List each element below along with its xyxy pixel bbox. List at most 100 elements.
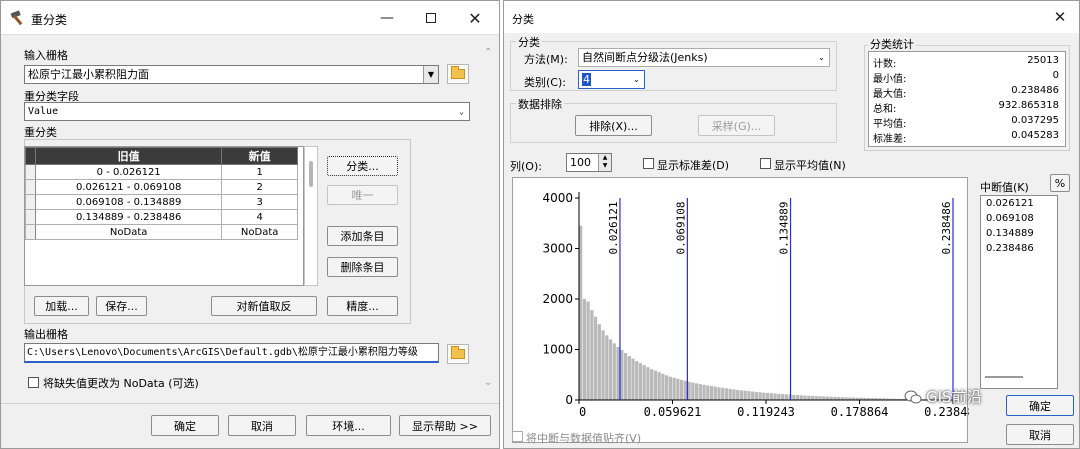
- watermark: GIS前沿: [904, 386, 982, 407]
- row-handle[interactable]: [25, 194, 36, 210]
- output-raster-input[interactable]: C:\Users\Lenovo\Documents\ArcGIS\Default…: [24, 343, 439, 363]
- new-value-cell[interactable]: 3: [221, 194, 298, 210]
- histogram-bar: [702, 384, 706, 400]
- sampling-button[interactable]: 采样(G)...: [698, 115, 775, 136]
- percent-button[interactable]: %: [1050, 174, 1070, 192]
- cancel-button[interactable]: 取消: [1006, 424, 1074, 445]
- output-raster-label: 输出栅格: [24, 328, 68, 341]
- close-button[interactable]: ✕: [453, 1, 497, 35]
- chevron-down-icon[interactable]: ▼: [423, 66, 438, 83]
- histogram-bar: [736, 389, 740, 400]
- chevron-down-icon[interactable]: ⌄: [629, 71, 644, 88]
- histogram-bar: [661, 373, 665, 400]
- histogram-bar: [612, 343, 616, 400]
- col-header-new[interactable]: 新值: [221, 147, 298, 165]
- histogram-bar: [807, 395, 811, 400]
- chevron-down-icon[interactable]: ⌄: [814, 49, 829, 66]
- classes-combo[interactable]: 4 ⌄: [578, 70, 645, 89]
- snap-checkbox[interactable]: [512, 431, 523, 442]
- row-handle[interactable]: [25, 224, 36, 240]
- old-value-cell[interactable]: 0.134889 - 0.238486: [34, 209, 223, 225]
- old-value-cell[interactable]: 0.069108 - 0.134889: [34, 194, 223, 210]
- old-value-cell[interactable]: 0 - 0.026121: [34, 164, 223, 180]
- reverse-new-values-button[interactable]: 对新值取反: [211, 296, 317, 316]
- new-value-cell[interactable]: 1: [221, 164, 298, 180]
- list-item[interactable]: 0.069108: [981, 211, 1057, 226]
- histogram-bar: [597, 324, 601, 400]
- show-std-label: 显示标准差(D): [657, 159, 730, 172]
- show-help-button[interactable]: 显示帮助 >>: [399, 415, 491, 436]
- unique-button[interactable]: 唯一: [327, 185, 398, 205]
- stat-min: 最小值: 0: [873, 70, 1059, 85]
- table-row[interactable]: 0 - 0.026121 1: [25, 164, 298, 180]
- scroll-up-icon[interactable]: ⌃: [484, 47, 492, 58]
- row-handle[interactable]: [25, 164, 36, 180]
- title-bar[interactable]: 分类 ✕: [504, 1, 1079, 33]
- new-value-cell[interactable]: NoData: [221, 224, 298, 240]
- precision-button[interactable]: 精度...: [327, 296, 398, 316]
- list-item[interactable]: 0.026121: [981, 196, 1057, 211]
- old-value-cell[interactable]: 0.026121 - 0.069108: [34, 179, 223, 195]
- method-combo[interactable]: 自然间断点分级法(Jenks) ⌄: [578, 48, 830, 67]
- exclude-button[interactable]: 排除(X)...: [575, 115, 652, 136]
- scroll-down-icon[interactable]: ⌄: [484, 377, 492, 388]
- histogram-panel[interactable]: 0 1000 2000 3000 4000 0 0.059621 0.119243 0.1788…: [512, 177, 982, 444]
- classification-dialog: 分类 ✕ 分类 方法(M): 自然间断点分级法(Jenks) ⌄ 类别(C): …: [503, 0, 1080, 449]
- new-value-cell[interactable]: 2: [221, 179, 298, 195]
- dialog-scrollbar[interactable]: ⌃ ⌄: [481, 41, 498, 396]
- table-scrollbar[interactable]: [304, 146, 318, 286]
- table-corner: [25, 147, 36, 165]
- y-tick-label: 0: [565, 393, 573, 407]
- ok-button[interactable]: 确定: [1006, 395, 1074, 416]
- x-tick-label: 0: [579, 405, 586, 419]
- open-folder-icon[interactable]: [447, 64, 469, 84]
- add-entry-button[interactable]: 添加条目: [327, 226, 398, 246]
- stats-title: 分类统计: [868, 36, 916, 52]
- maximize-button[interactable]: [409, 1, 453, 35]
- field-combo[interactable]: Value ⌄: [24, 102, 470, 121]
- cancel-button[interactable]: 取消: [228, 415, 296, 436]
- chevron-down-icon[interactable]: ⌄: [454, 103, 469, 120]
- histogram-bar: [795, 395, 800, 400]
- table-row[interactable]: NoData NoData: [25, 224, 298, 240]
- list-item[interactable]: 0.134889: [981, 226, 1057, 241]
- col-header-old[interactable]: 旧值: [34, 147, 223, 165]
- histogram-bar: [646, 367, 650, 400]
- table-row[interactable]: 0.134889 - 0.238486 4: [25, 209, 298, 225]
- row-handle[interactable]: [25, 209, 36, 225]
- delete-entry-button[interactable]: 删除条目: [327, 257, 398, 277]
- table-row[interactable]: 0.026121 - 0.069108 2: [25, 179, 298, 195]
- nodata-checkbox[interactable]: [28, 377, 39, 388]
- columns-spinner[interactable]: 100 ▲ ▼: [566, 153, 612, 172]
- stat-key: 平均值:: [873, 119, 907, 130]
- list-item[interactable]: 0.238486: [981, 241, 1057, 256]
- close-button[interactable]: ✕: [1040, 1, 1080, 33]
- classify-button[interactable]: 分类...: [327, 156, 398, 176]
- save-button[interactable]: 保存...: [96, 296, 147, 316]
- show-std-checkbox[interactable]: [643, 158, 654, 169]
- show-mean-checkbox[interactable]: [760, 158, 771, 169]
- ok-button[interactable]: 确定: [151, 415, 219, 436]
- histogram-chart[interactable]: 0 1000 2000 3000 4000 0 0.059621 0.119243 0.1788…: [513, 178, 981, 444]
- histogram-bar: [780, 394, 785, 400]
- table-scroll-thumb[interactable]: [309, 161, 313, 187]
- old-value-cell[interactable]: NoData: [34, 224, 223, 240]
- list-scroll-thumb[interactable]: [985, 376, 1023, 378]
- histogram-bar: [631, 358, 635, 400]
- columns-value: 100: [570, 156, 591, 169]
- environment-button[interactable]: 环境...: [306, 415, 391, 436]
- histogram-bar: [657, 372, 661, 400]
- breaks-list[interactable]: 0.026121 0.069108 0.134889 0.238486: [980, 195, 1058, 389]
- reclass-table: 旧值 新值 0 - 0.026121 1 0.026121 - 0.069108 2…: [25, 147, 298, 240]
- row-handle[interactable]: [25, 179, 36, 195]
- title-bar[interactable]: 重分类 — ✕: [1, 1, 499, 35]
- watermark-text: GIS前沿: [926, 388, 982, 406]
- new-value-cell[interactable]: 4: [221, 209, 298, 225]
- table-row[interactable]: 0.069108 - 0.134889 3: [25, 194, 298, 210]
- minimize-button[interactable]: —: [365, 1, 409, 35]
- load-button[interactable]: 加载...: [34, 296, 89, 316]
- input-raster-combo[interactable]: 松原宁江最小累积阻力面 ▼: [24, 65, 439, 84]
- spinner-arrows-icon[interactable]: ▲ ▼: [598, 154, 611, 171]
- open-folder-icon[interactable]: [447, 344, 469, 364]
- histogram-bar: [803, 395, 807, 400]
